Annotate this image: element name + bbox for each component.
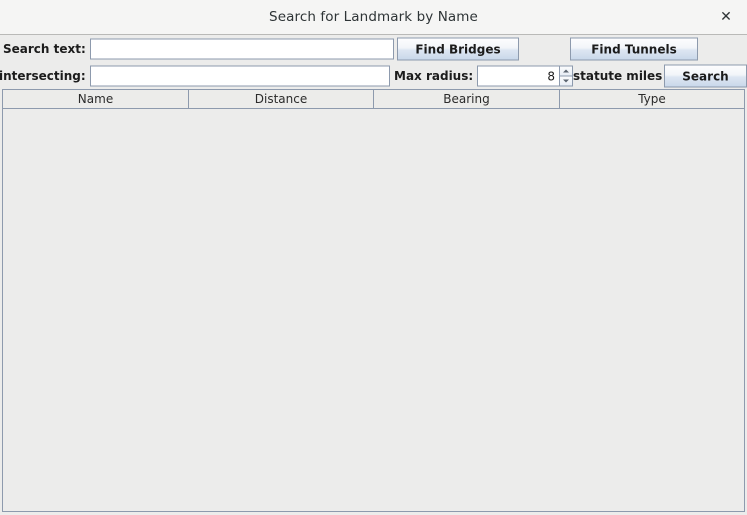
window-title: Search for Landmark by Name <box>269 9 478 25</box>
find-bridges-button[interactable]: Find Bridges <box>397 37 519 61</box>
column-header-bearing[interactable]: Bearing <box>374 90 560 108</box>
intersecting-row: intersecting: Max radius: 8 statute mile… <box>0 63 747 89</box>
column-header-type[interactable]: Type <box>560 90 744 108</box>
title-bar: Search for Landmark by Name ✕ <box>0 0 747 35</box>
spinner-up-icon[interactable] <box>559 65 573 77</box>
column-header-name[interactable]: Name <box>3 90 189 108</box>
max-radius-value[interactable]: 8 <box>477 65 559 87</box>
max-radius-label: Max radius: <box>394 69 474 83</box>
intersecting-input[interactable] <box>90 65 390 87</box>
spinner-down-icon[interactable] <box>559 76 573 87</box>
units-label: statute miles <box>573 69 663 83</box>
intersecting-label: intersecting: <box>0 69 86 83</box>
max-radius-spin-buttons <box>559 65 573 87</box>
table-header-row: Name Distance Bearing Type <box>3 90 744 109</box>
max-radius-stepper[interactable]: 8 <box>477 65 573 87</box>
column-header-distance[interactable]: Distance <box>189 90 374 108</box>
table-body[interactable] <box>3 109 744 511</box>
search-text-label: Search text: <box>3 42 86 56</box>
find-tunnels-button[interactable]: Find Tunnels <box>570 37 698 61</box>
results-table: Name Distance Bearing Type <box>2 89 745 512</box>
search-form: Search text: Find Bridges Find Tunnels i… <box>0 35 747 89</box>
search-text-row: Search text: Find Bridges Find Tunnels <box>0 35 747 63</box>
search-landmark-dialog: Search for Landmark by Name ✕ Search tex… <box>0 0 747 515</box>
search-text-input[interactable] <box>90 38 394 60</box>
close-icon[interactable]: ✕ <box>716 7 736 27</box>
search-button[interactable]: Search <box>664 64 747 88</box>
